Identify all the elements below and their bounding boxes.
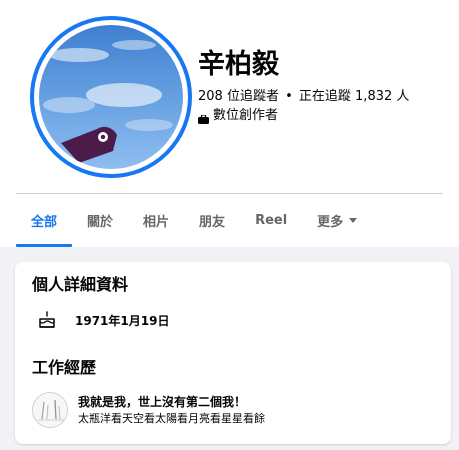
avatar-image — [39, 25, 183, 169]
stats-separator: • — [285, 89, 293, 104]
briefcase-icon — [198, 112, 209, 124]
intro-card: 個人詳細資料 1971年1月19日 工作經歷 我就是我，世上沒有第二個我！ 太瓶… — [15, 262, 451, 444]
caret-down-icon — [349, 218, 358, 223]
work-item-subtitle: 太瓶洋看天空看太陽看月亮看星星看餘 — [78, 412, 265, 425]
profile-category: 數位創作者 — [198, 107, 278, 125]
workplace-thumbnail[interactable] — [32, 392, 68, 428]
category-label: 數位創作者 — [213, 108, 279, 123]
cake-icon — [39, 311, 55, 328]
tab-reels[interactable]: Reel — [240, 194, 302, 247]
profile-avatar-ring[interactable] — [30, 16, 192, 178]
tab-photos[interactable]: 相片 — [128, 194, 184, 247]
followers-count[interactable]: 208 位追蹤者 — [198, 89, 279, 104]
tab-more[interactable]: 更多 — [302, 194, 372, 247]
birthday-value: 1971年1月19日 — [75, 313, 170, 328]
profile-avatar[interactable] — [39, 25, 183, 169]
work-item-title[interactable]: 我就是我，世上沒有第二個我！ — [78, 394, 265, 411]
tab-more-label: 更多 — [317, 215, 344, 230]
profile-stats: 208 位追蹤者 • 正在追蹤 1,832 人 — [198, 88, 409, 106]
following-count[interactable]: 正在追蹤 1,832 人 — [299, 89, 409, 104]
profile-tabs: 全部 關於 相片 朋友 Reel 更多 — [16, 194, 372, 247]
work-item[interactable]: 我就是我，世上沒有第二個我！ 太瓶洋看天空看太陽看月亮看星星看餘 — [32, 392, 265, 428]
work-title: 工作經歷 — [32, 358, 97, 377]
work-text: 我就是我，世上沒有第二個我！ 太瓶洋看天空看太陽看月亮看星星看餘 — [78, 394, 265, 427]
tab-friends[interactable]: 朋友 — [184, 194, 240, 247]
birthday-row: 1971年1月19日 — [37, 310, 169, 330]
tab-all[interactable]: 全部 — [16, 194, 73, 247]
profile-name: 辛柏毅 — [198, 49, 279, 80]
details-title: 個人詳細資料 — [32, 275, 129, 294]
profile-header: 辛柏毅 208 位追蹤者 • 正在追蹤 1,832 人 數位創作者 全部 關於 … — [0, 0, 459, 247]
tab-about[interactable]: 關於 — [72, 194, 128, 247]
